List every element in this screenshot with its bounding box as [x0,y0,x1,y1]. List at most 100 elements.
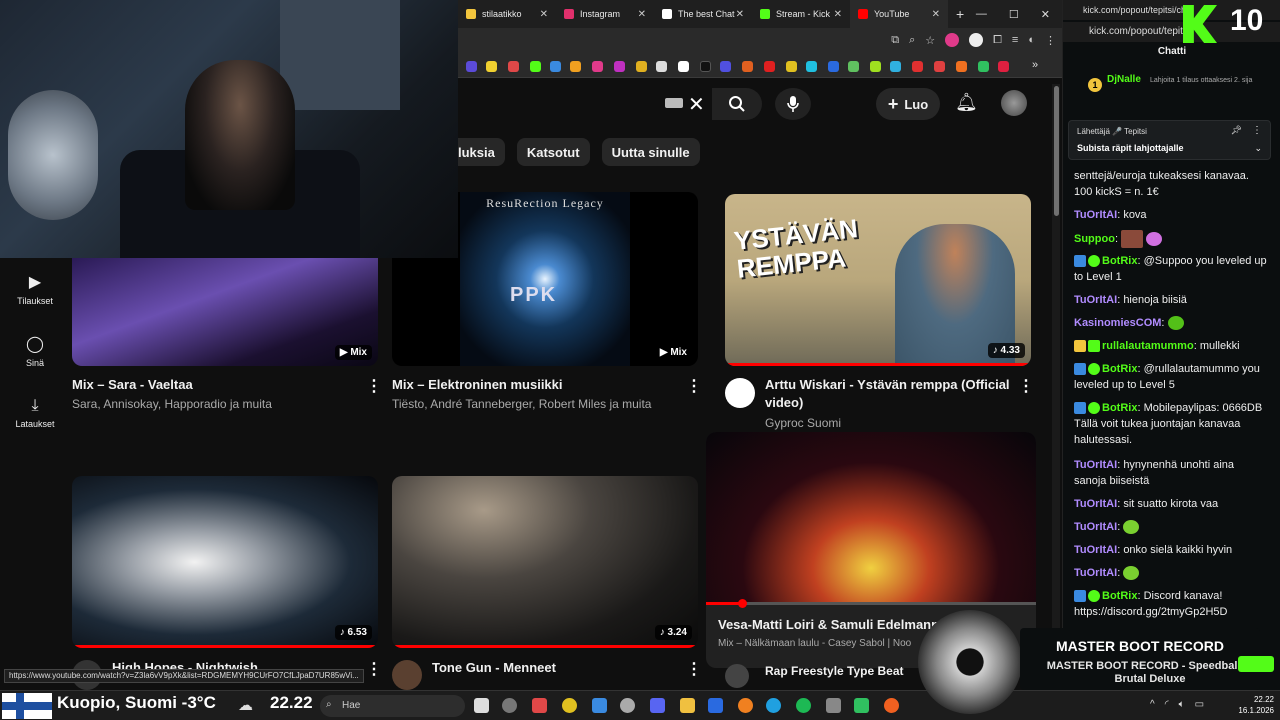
bookmark-icon[interactable] [592,61,603,72]
search-button[interactable] [712,88,762,120]
chat-username[interactable]: BotRix [1102,402,1137,414]
folder-icon[interactable] [680,698,695,713]
video-thumbnail[interactable]: YSTÄVÄN REMPPA ♪ 4.33 [725,194,1031,366]
channel-avatar[interactable] [725,378,755,408]
channel-avatar[interactable] [392,660,422,690]
puzzle-icon[interactable]: ⧠ [993,34,1002,47]
app-icon[interactable] [854,698,869,713]
more-options-icon[interactable]: ⋮ [686,659,702,679]
app-icon[interactable] [826,698,841,713]
bookmark-icon[interactable] [614,61,625,72]
app-icon[interactable] [738,698,753,713]
tab-close-icon[interactable]: ✕ [638,9,646,20]
bookmark-icon[interactable] [786,61,797,72]
clear-search-icon[interactable]: ✕ [688,92,705,117]
bookmark-icon[interactable] [870,61,881,72]
bookmark-icon[interactable] [848,61,859,72]
chat-username[interactable]: KasinomiesCOM [1074,317,1161,329]
video-thumbnail[interactable]: ♪ 3.24 [392,476,698,648]
bookmark-icon[interactable] [934,61,945,72]
video-channel[interactable]: Tiësto, André Tanneberger, Robert Miles … [392,397,651,411]
channel-avatar[interactable] [725,664,749,688]
minimize-button[interactable]: — [976,8,987,20]
bookmark-icon[interactable] [806,61,817,72]
chat-username[interactable]: BotRix [1102,255,1137,267]
edge-icon[interactable] [766,698,781,713]
chat-username[interactable]: BotRix [1102,363,1137,375]
chevron-down-icon[interactable]: ⌄ [1254,143,1262,154]
bookmark-icon[interactable] [486,61,497,72]
chat-username[interactable]: Suppoo [1074,233,1115,245]
chat-send-button[interactable] [1238,656,1274,672]
video-channel[interactable]: Sara, Annisokay, Happoradio ja muita [72,397,272,411]
bookmark-icon[interactable] [700,61,711,72]
video-title[interactable]: Rap Freestyle Type Beat [765,662,904,680]
chevron-up-icon[interactable]: ^ [1150,699,1155,710]
calculator-icon[interactable] [592,698,607,713]
tab-best-chat[interactable]: The best Chat ✕ [654,0,752,28]
notifications-bell-icon[interactable]: 🔔︎ [955,92,978,113]
widgets-icon[interactable] [474,698,489,713]
tab-close-icon[interactable]: ✕ [736,9,744,20]
battery-icon[interactable]: ▭ [1195,699,1204,710]
tab-youtube[interactable]: YouTube ✕ [850,0,948,28]
pin-icon[interactable]: 📌︎ [1231,125,1242,136]
chip-uutta-sinulle[interactable]: Uutta sinulle [601,138,700,166]
chat-username[interactable]: TuOrItAI [1074,209,1117,221]
profile-icon[interactable]: ◐ [1028,34,1035,46]
video-title[interactable]: Tone Gun - Menneet [432,659,556,677]
sidebar-item-downloads[interactable]: ⤓ Lataukset [0,382,70,444]
tab-instagram[interactable]: Instagram ✕ [556,0,654,28]
more-options-icon[interactable]: ⋮ [1018,376,1034,396]
spotify-icon[interactable] [796,698,811,713]
bookmark-icon[interactable] [998,61,1009,72]
scrollbar-thumb[interactable] [1054,86,1059,216]
video-channel[interactable]: Gyproc Suomi [765,416,841,430]
tab-kick-stream[interactable]: Stream - Kick ✕ [752,0,850,28]
app-icon[interactable] [502,698,517,713]
video-title[interactable]: Mix – Sara - Vaeltaa [72,376,193,394]
bookmark-icon[interactable] [978,61,989,72]
bookmark-icon[interactable] [742,61,753,72]
wifi-icon[interactable]: ◜ [1165,699,1169,710]
chat-username[interactable]: TuOrItAI [1074,459,1117,471]
new-tab-button[interactable]: + [956,6,964,22]
chip-luksia[interactable]: luksia [458,138,505,166]
extension-icon[interactable] [945,33,960,47]
bookmark-icon[interactable] [466,61,477,72]
video-thumbnail[interactable]: ♪ 6.53 [72,476,378,648]
bookmark-icon[interactable] [720,61,731,72]
voice-search-button[interactable] [775,88,811,120]
bookmark-icon[interactable] [912,61,923,72]
tab-close-icon[interactable]: ✕ [540,9,548,20]
tab-close-icon[interactable]: ✕ [932,9,940,20]
chrome-icon[interactable] [562,698,577,713]
tab-stilaatikko[interactable]: stilaatikko ✕ [458,0,556,28]
tab-close-icon[interactable]: ✕ [834,9,842,20]
chat-username[interactable]: TuOrItAI [1074,521,1117,533]
firefox-icon[interactable] [884,698,899,713]
bookmark-icon[interactable] [764,61,775,72]
video-thumbnail[interactable]: ▶︎ Mix [72,258,378,366]
create-button[interactable]: + Luo [876,88,940,120]
chip-katsotut[interactable]: Katsotut [516,138,590,166]
volume-icon[interactable]: 🔈︎ [1179,699,1185,710]
extension-icon[interactable] [969,33,984,47]
preview-progress-handle[interactable] [738,599,747,608]
bookmark-icon[interactable] [678,61,689,72]
more-bookmarks-icon[interactable]: » [1032,59,1038,71]
menu-icon[interactable]: ⋮ [1045,34,1056,47]
chat-username[interactable]: TuOrItAI [1074,544,1117,556]
chat-username[interactable]: TuOrItAI [1074,567,1117,579]
sidebar-item-you[interactable]: ◯ Sinä [0,320,70,382]
account-avatar[interactable] [1001,90,1027,116]
bookmark-icon[interactable] [656,61,667,72]
media-icon[interactable]: ≡ [1012,34,1018,46]
close-window-button[interactable]: ✕ [1041,8,1050,21]
bookmark-icon[interactable] [956,61,967,72]
video-title[interactable]: Mix – Elektroninen musiikki [392,376,563,394]
mail-icon[interactable] [708,698,723,713]
sidebar-item-subscriptions[interactable]: ▶ Tilaukset [0,258,70,320]
app-icon[interactable] [532,698,547,713]
system-clock[interactable]: 22.22 16.1.2026 [1238,694,1274,716]
